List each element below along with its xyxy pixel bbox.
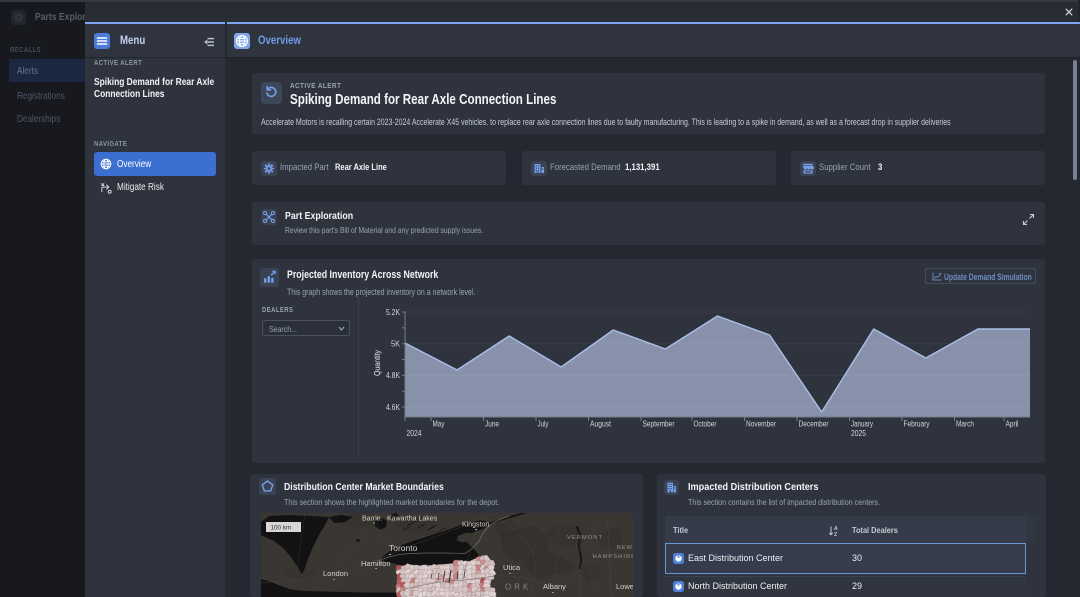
svg-text:5.2K: 5.2K <box>386 308 401 317</box>
svg-text:November: November <box>746 420 776 429</box>
svg-text:June: June <box>485 420 499 429</box>
svg-text:Utica: Utica <box>503 563 521 572</box>
svg-text:4.8K: 4.8K <box>386 371 401 380</box>
svg-text:VERMONT: VERMONT <box>567 535 603 541</box>
svg-text:Hamilton: Hamilton <box>361 559 391 568</box>
svg-text:April: April <box>1006 420 1019 429</box>
svg-text:September: September <box>643 420 675 429</box>
svg-text:Kawartha Lakes: Kawartha Lakes <box>387 516 438 523</box>
svg-text:May: May <box>433 420 445 429</box>
svg-text:5K: 5K <box>391 340 401 349</box>
svg-text:100 km: 100 km <box>271 524 292 531</box>
svg-text:October: October <box>694 420 717 429</box>
svg-text:NEW: NEW <box>616 545 633 551</box>
svg-text:February: February <box>904 420 930 429</box>
svg-text:January: January <box>851 420 873 429</box>
svg-text:Albany: Albany <box>543 582 566 591</box>
svg-text:Lowe: Lowe <box>616 582 633 591</box>
svg-text:December: December <box>799 420 829 429</box>
svg-text:Kingston: Kingston <box>462 522 489 529</box>
svg-text:4.6K: 4.6K <box>386 403 401 412</box>
svg-text:London: London <box>323 569 348 578</box>
svg-text:Quantity: Quantity <box>373 350 382 376</box>
svg-text:March: March <box>956 420 974 429</box>
svg-text:July: July <box>538 420 549 429</box>
svg-text:Barrie.: Barrie. <box>362 516 383 523</box>
svg-text:ORK: ORK <box>505 583 531 592</box>
svg-text:August: August <box>590 420 612 429</box>
svg-text:Toronto: Toronto <box>389 543 418 553</box>
svg-text:2024: 2024 <box>407 429 422 438</box>
svg-text:2025: 2025 <box>851 429 866 438</box>
svg-text:Z: Z <box>834 532 838 537</box>
svg-text:HAMPSHIRE: HAMPSHIRE <box>593 554 633 560</box>
